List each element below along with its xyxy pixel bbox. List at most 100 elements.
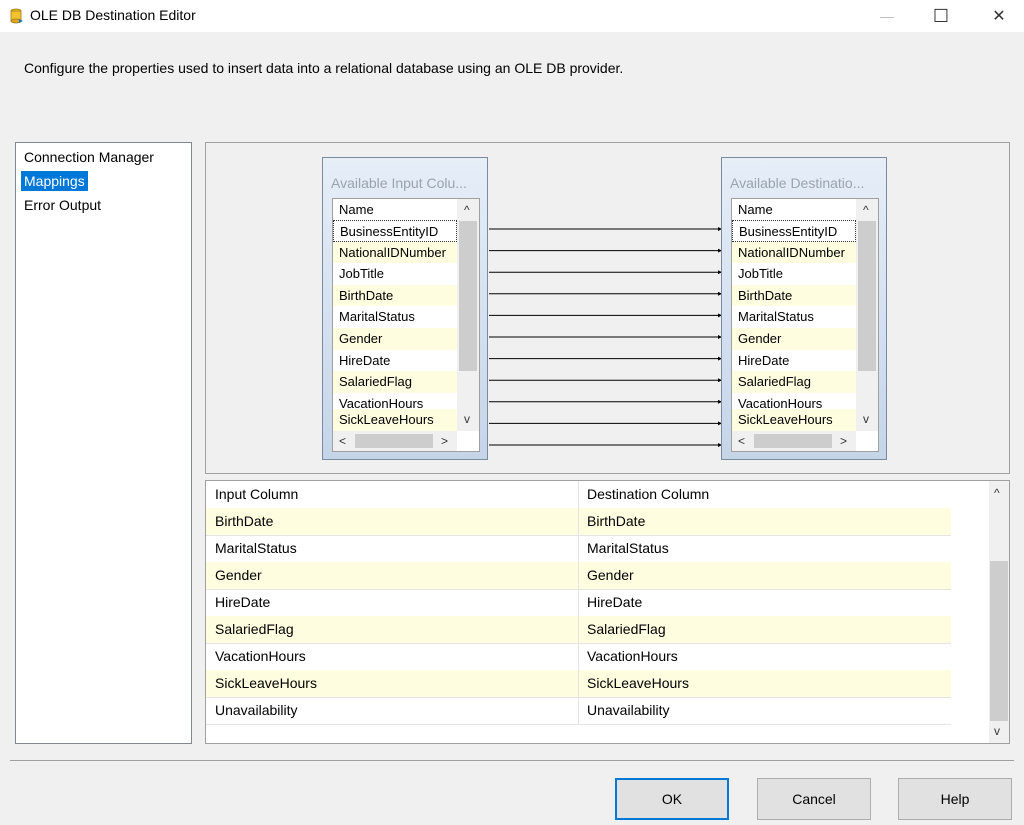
input-column-cell[interactable]: BirthDate <box>206 508 273 535</box>
input-row-hiredate[interactable]: HireDate <box>333 350 457 372</box>
mapping-connector-lines <box>489 227 722 447</box>
input-column-cell[interactable]: Unavailability <box>206 697 297 724</box>
footer-divider <box>10 760 1014 761</box>
destination-column-cell[interactable]: SickLeaveHours <box>578 670 689 697</box>
ok-button[interactable]: OK <box>615 778 729 820</box>
grid-header: Input Column Destination Column <box>206 481 951 509</box>
column-separator <box>578 508 579 535</box>
minimize-button[interactable]: — <box>864 0 910 32</box>
column-separator <box>578 535 579 562</box>
input-row-gender[interactable]: Gender <box>333 328 457 350</box>
nav-item-error-output[interactable]: Error Output <box>21 195 104 215</box>
destination-column-cell[interactable]: MaritalStatus <box>578 535 669 562</box>
dest-row-birthdate[interactable]: BirthDate <box>732 284 856 307</box>
destination-vertical-scrollbar[interactable]: ^ v <box>856 199 878 431</box>
available-input-columns-table[interactable]: Available Input Colu... Name BusinessEnt… <box>322 157 488 460</box>
input-row-maritalstatus[interactable]: MaritalStatus <box>333 306 457 328</box>
scroll-up-icon[interactable]: ^ <box>994 487 1000 499</box>
grid-row[interactable]: Gender Gender <box>206 562 951 590</box>
column-separator <box>578 643 579 670</box>
scroll-right-icon[interactable]: > <box>441 435 448 447</box>
destination-columns-list[interactable]: Name BusinessEntityID NationalIDNumber J… <box>731 198 879 452</box>
scroll-down-icon[interactable]: v <box>863 413 869 425</box>
destination-horizontal-scrollbar[interactable]: < > <box>732 431 856 451</box>
input-row-salariedflag[interactable]: SalariedFlag <box>333 371 457 393</box>
scroll-down-icon[interactable]: v <box>994 725 1000 737</box>
scroll-left-icon[interactable]: < <box>738 435 745 447</box>
input-column-cell[interactable]: MaritalStatus <box>206 535 297 562</box>
scroll-up-icon[interactable]: ^ <box>863 204 869 216</box>
grid-row[interactable]: HireDate HireDate <box>206 589 951 617</box>
dest-row-gender[interactable]: Gender <box>732 328 856 350</box>
dest-row-businessentityid[interactable]: BusinessEntityID <box>732 220 856 242</box>
scroll-left-icon[interactable]: < <box>339 435 346 447</box>
grid-vertical-scrollbar[interactable]: ^ v <box>989 481 1009 743</box>
input-column-cell[interactable]: VacationHours <box>206 643 306 670</box>
destination-column-cell[interactable]: BirthDate <box>578 508 645 535</box>
scroll-down-icon[interactable]: v <box>464 413 470 425</box>
input-hscroll-thumb[interactable] <box>355 434 433 448</box>
column-separator <box>578 481 579 508</box>
destination-column-header[interactable]: Destination Column <box>578 481 951 508</box>
column-separator <box>578 616 579 643</box>
input-column-cell[interactable]: SalariedFlag <box>206 616 294 643</box>
dest-row-jobtitle[interactable]: JobTitle <box>732 263 856 285</box>
mapping-grid[interactable]: Input Column Destination Column BirthDat… <box>205 480 1010 744</box>
navigation-pane: Connection Manager Mappings Error Output <box>15 142 192 744</box>
input-columns-list[interactable]: Name BusinessEntityID NationalIDNumber J… <box>332 198 480 452</box>
input-row-nationalidnumber[interactable]: NationalIDNumber <box>333 241 457 264</box>
destination-list-header: Name <box>738 202 773 217</box>
grid-row[interactable]: BirthDate BirthDate <box>206 508 951 536</box>
maximize-icon: ☐ <box>932 5 950 26</box>
close-button[interactable]: ✕ <box>976 0 1022 32</box>
input-vertical-scrollbar[interactable]: ^ v <box>457 199 479 431</box>
input-row-businessentityid[interactable]: BusinessEntityID <box>333 220 457 242</box>
input-row-birthdate[interactable]: BirthDate <box>333 284 457 307</box>
destination-scroll-thumb[interactable] <box>858 221 876 371</box>
dest-row-hiredate[interactable]: HireDate <box>732 350 856 372</box>
cancel-button[interactable]: Cancel <box>757 778 871 820</box>
input-column-header[interactable]: Input Column <box>206 481 578 508</box>
input-scroll-thumb[interactable] <box>459 221 477 371</box>
title-bar: OLE DB Destination Editor — ☐ ✕ <box>0 0 1024 32</box>
dest-row-salariedflag[interactable]: SalariedFlag <box>732 371 856 393</box>
destination-column-cell[interactable]: Unavailability <box>578 697 669 724</box>
nav-item-mappings[interactable]: Mappings <box>21 171 88 191</box>
grid-row[interactable]: SalariedFlag SalariedFlag <box>206 616 951 644</box>
grid-row[interactable]: SickLeaveHours SickLeaveHours <box>206 670 951 698</box>
minimize-icon: — <box>880 8 894 24</box>
destination-hscroll-thumb[interactable] <box>754 434 832 448</box>
grid-row[interactable]: Unavailability Unavailability <box>206 697 951 725</box>
input-row-jobtitle[interactable]: JobTitle <box>333 263 457 285</box>
column-separator <box>578 589 579 616</box>
available-destination-columns-table[interactable]: Available Destinatio... Name BusinessEnt… <box>721 157 887 460</box>
scroll-right-icon[interactable]: > <box>840 435 847 447</box>
column-separator <box>578 562 579 589</box>
destination-table-title: Available Destinatio... <box>730 175 865 191</box>
window-title: OLE DB Destination Editor <box>30 7 196 23</box>
dest-row-nationalidnumber[interactable]: NationalIDNumber <box>732 241 856 264</box>
destination-column-cell[interactable]: SalariedFlag <box>578 616 666 643</box>
input-list-header: Name <box>339 202 374 217</box>
destination-column-cell[interactable]: VacationHours <box>578 643 678 670</box>
dest-row-sickleavehours[interactable]: SickLeaveHours <box>732 409 856 431</box>
dest-row-maritalstatus[interactable]: MaritalStatus <box>732 306 856 328</box>
help-button[interactable]: Help <box>898 778 1012 820</box>
input-column-cell[interactable]: Gender <box>206 562 262 589</box>
close-icon: ✕ <box>992 8 1006 25</box>
input-column-cell[interactable]: SickLeaveHours <box>206 670 317 697</box>
maximize-button[interactable]: ☐ <box>918 0 964 32</box>
database-destination-icon <box>10 8 23 24</box>
page-description: Configure the properties used to insert … <box>24 60 624 76</box>
grid-row[interactable]: VacationHours VacationHours <box>206 643 951 671</box>
input-row-sickleavehours[interactable]: SickLeaveHours <box>333 409 457 431</box>
input-column-cell[interactable]: HireDate <box>206 589 270 616</box>
scroll-up-icon[interactable]: ^ <box>464 204 470 216</box>
destination-column-cell[interactable]: Gender <box>578 562 634 589</box>
destination-column-cell[interactable]: HireDate <box>578 589 642 616</box>
input-horizontal-scrollbar[interactable]: < > <box>333 431 457 451</box>
grid-scroll-thumb[interactable] <box>990 561 1008 721</box>
column-separator <box>578 670 579 697</box>
nav-item-connection-manager[interactable]: Connection Manager <box>21 147 157 167</box>
grid-row[interactable]: MaritalStatus MaritalStatus <box>206 535 951 563</box>
